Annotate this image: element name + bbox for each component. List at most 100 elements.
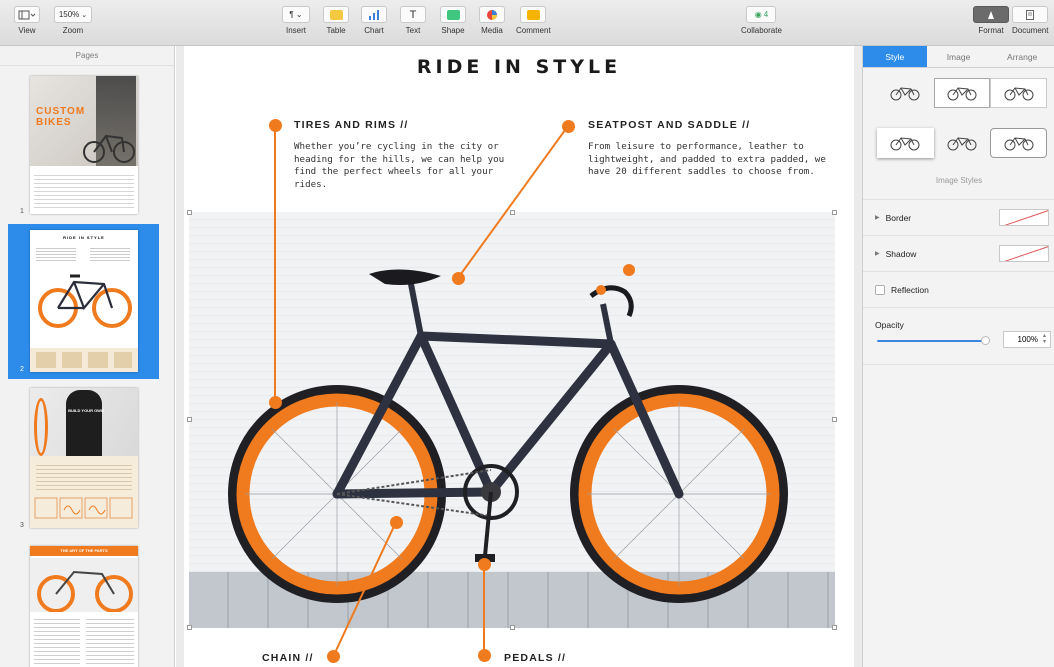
border-row[interactable]: ▶ Border [863, 199, 1054, 235]
tab-image[interactable]: Image [927, 46, 991, 67]
stepper-icon[interactable]: ▴ ▾ [1043, 333, 1046, 345]
media-icon [479, 6, 505, 23]
selection-handle[interactable] [832, 210, 837, 215]
selection-handle[interactable] [187, 625, 192, 630]
page-number: 2 [20, 366, 24, 373]
text-button[interactable]: T Text [400, 6, 426, 35]
callout-body-seatpost[interactable]: From leisure to performance, leather to … [588, 141, 834, 179]
shape-button[interactable]: Shape [440, 6, 466, 35]
page-number: 3 [20, 522, 24, 529]
image-style-presets [877, 78, 1047, 158]
callout-heading-chain[interactable]: CHAIN // [262, 652, 314, 664]
page-title[interactable]: RIDE IN STYLE [184, 56, 854, 78]
tab-style[interactable]: Style [863, 46, 927, 67]
tab-arrange[interactable]: Arrange [990, 46, 1054, 67]
table-button[interactable]: Table [323, 6, 349, 35]
disclosure-triangle-icon[interactable]: ▶ [875, 214, 880, 221]
reflection-checkbox[interactable] [875, 284, 885, 295]
paintbrush-icon [973, 6, 1009, 23]
opacity-label: Opacity [875, 320, 904, 330]
bicycle-illustration [228, 264, 788, 603]
image-style-preset[interactable] [877, 128, 934, 158]
pages-app-window: View 150% ⌄ Zoom ¶ ⌄ Insert Table Chart … [0, 0, 1054, 667]
thumbnail-preview: THE ART OF THE PARTS [30, 546, 138, 667]
callout-heading-tires[interactable]: TIRES AND RIMS // [294, 119, 409, 131]
media-button[interactable]: Media [479, 6, 505, 35]
thumbnail-title: THE ART OF THE PARTS [60, 548, 108, 553]
image-style-preset[interactable] [933, 78, 991, 108]
document-icon [1012, 6, 1049, 23]
bike-icon [1004, 137, 1034, 151]
selection-handle[interactable] [187, 210, 192, 215]
collaborate-control: ◉ 4 [746, 6, 777, 23]
callout-marker[interactable] [452, 272, 465, 285]
collaborate-button[interactable]: ◉ 4 Collaborate [741, 6, 782, 35]
selection-handle[interactable] [832, 625, 837, 630]
inspector-tabs: Style Image Arrange [863, 46, 1054, 68]
format-inspector: Style Image Arrange Image Styles ▶ Borde… [862, 46, 1054, 667]
callout-marker[interactable] [390, 516, 403, 529]
format-button[interactable]: Format [973, 6, 1009, 35]
image-style-preset[interactable] [990, 78, 1047, 108]
document-page[interactable]: RIDE IN STYLE TIRES AND RIMS // Whether … [184, 46, 854, 667]
page-thumbnail-3[interactable]: 3 BUILD YOUR OWN [8, 382, 159, 538]
selection-handle[interactable] [510, 210, 515, 215]
page-number: 1 [20, 208, 24, 215]
page-thumbnail-1[interactable]: 1 CUSTOM BIKES [8, 68, 159, 220]
selection-handle[interactable] [187, 417, 192, 422]
document-button[interactable]: Document [1012, 6, 1048, 35]
thumbnail-title: CUSTOM BIKES [36, 106, 86, 128]
zoom-control[interactable]: 150% ⌄ Zoom [54, 6, 92, 35]
chevron-down-icon: ⌄ [81, 11, 88, 19]
callout-marker[interactable] [269, 119, 282, 132]
thumbnail-preview: BUILD YOUR OWN [30, 388, 138, 528]
border-style-swatch[interactable] [999, 209, 1049, 226]
callout-heading-seatpost[interactable]: SEATPOST AND SADDLE // [588, 119, 750, 131]
image-style-preset[interactable] [877, 78, 934, 108]
bike-icon [890, 87, 920, 101]
text-icon: T [400, 6, 426, 23]
image-style-preset[interactable] [934, 128, 991, 158]
chart-icon [361, 6, 387, 23]
sidebar-icon [14, 6, 40, 23]
image-styles-label: Image Styles [935, 176, 983, 185]
zoom-select[interactable]: 150% ⌄ [54, 6, 92, 23]
zoom-value: 150% [58, 10, 80, 19]
border-label: Border [885, 212, 912, 223]
thumbnail-title: BUILD YOUR OWN [68, 408, 104, 413]
image-style-preset[interactable] [990, 128, 1047, 158]
shape-icon [440, 6, 466, 23]
document-canvas: RIDE IN STYLE TIRES AND RIMS // Whether … [176, 46, 862, 667]
insert-button[interactable]: ¶ ⌄ Insert [282, 6, 310, 35]
comment-button[interactable]: Comment [516, 6, 551, 35]
bike-icon [947, 137, 977, 151]
opacity-slider-track[interactable] [877, 340, 985, 342]
shadow-label: Shadow [885, 248, 917, 259]
thumbnail-preview: RIDE IN STYLE [30, 230, 138, 372]
bike-icon [1004, 87, 1034, 101]
thumbnail-preview: CUSTOM BIKES [30, 76, 138, 214]
callout-marker[interactable] [562, 120, 575, 133]
table-icon [323, 6, 349, 23]
callout-marker[interactable] [269, 396, 282, 409]
reflection-label: Reflection [891, 284, 929, 295]
sidebar-header: Pages [0, 46, 174, 66]
callout-heading-pedals[interactable]: PEDALS // [504, 652, 566, 664]
callout-marker[interactable] [327, 650, 340, 663]
callout-marker[interactable] [478, 558, 491, 571]
shadow-row[interactable]: ▶ Shadow [863, 235, 1054, 271]
shadow-style-swatch[interactable] [999, 245, 1049, 262]
view-button[interactable]: View [14, 6, 40, 35]
collaborator-count: 4 [763, 10, 769, 19]
opacity-slider-knob[interactable] [981, 336, 990, 345]
callout-marker[interactable] [478, 649, 491, 662]
page-thumbnail-4[interactable]: THE ART OF THE PARTS [8, 540, 159, 667]
callout-body-tires[interactable]: Whether you’re cycling in the city or he… [294, 141, 530, 191]
disclosure-triangle-icon[interactable]: ▶ [875, 250, 880, 257]
selection-handle[interactable] [510, 625, 515, 630]
page-thumbnail-2[interactable]: 2 RIDE IN STYLE [8, 224, 159, 379]
bike-image[interactable] [189, 212, 835, 628]
chart-button[interactable]: Chart [361, 6, 387, 35]
reflection-row: Reflection [863, 271, 1054, 307]
selection-handle[interactable] [832, 417, 837, 422]
